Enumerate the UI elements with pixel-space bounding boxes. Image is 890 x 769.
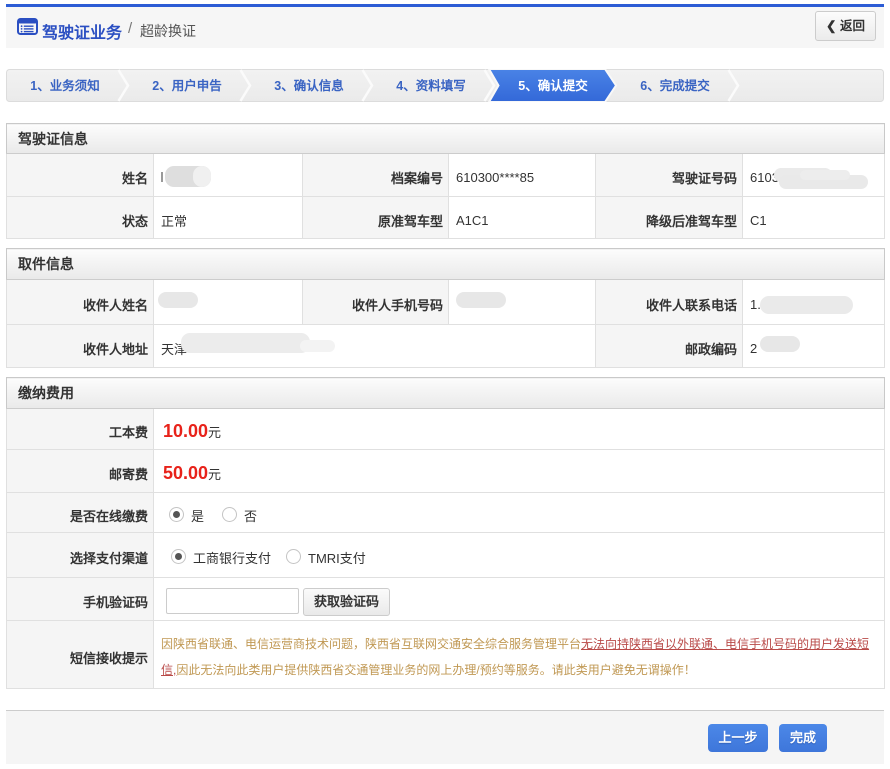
- svg-text:4、资料填写: 4、资料填写: [396, 78, 465, 93]
- svg-text:6、完成提交: 6、完成提交: [640, 78, 710, 93]
- svg-text:1、业务须知: 1、业务须知: [30, 78, 99, 93]
- svg-text:5、确认提交: 5、确认提交: [518, 78, 588, 93]
- svg-text:2、用户申告: 2、用户申告: [152, 78, 222, 93]
- svg-text:3、确认信息: 3、确认信息: [274, 78, 344, 93]
